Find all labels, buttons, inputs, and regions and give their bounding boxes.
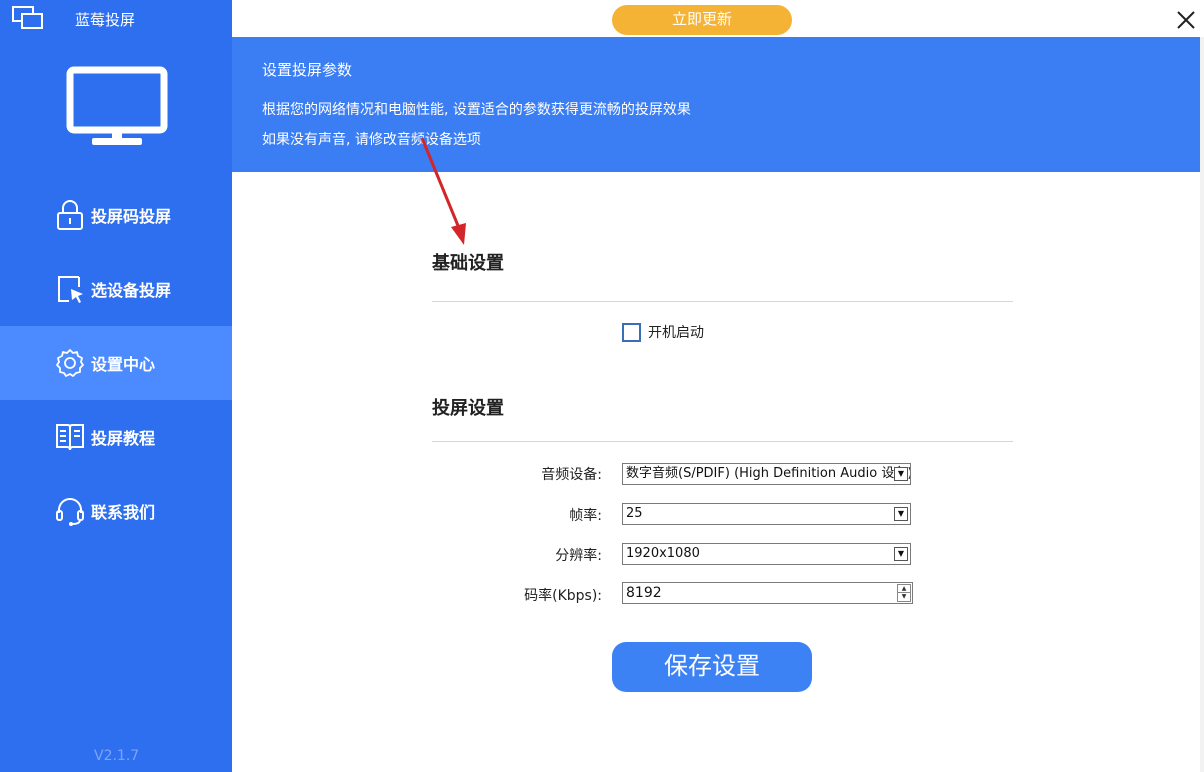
info-banner: 设置投屏参数 根据您的网络情况和电脑性能, 设置适合的参数获得更流畅的投屏效果 …	[232, 37, 1204, 172]
app-window: 蓝莓投屏 投屏码投屏 选设备投屏 设置中心 投屏教程 联系我们 V2.1.7 立…	[0, 0, 1204, 772]
main-panel: 立即更新 设置投屏参数 根据您的网络情况和电脑性能, 设置适合的参数获得更流畅的…	[232, 0, 1204, 772]
app-logo-icon	[12, 6, 43, 29]
checkbox-box[interactable]	[622, 322, 641, 342]
sidebar-item-device-cast[interactable]: 选设备投屏	[0, 252, 232, 326]
monitor-icon	[66, 66, 168, 145]
sidebar-item-label: 投屏教程	[91, 429, 156, 448]
chevron-down-icon[interactable]: ▼	[898, 593, 910, 601]
fps-select[interactable]: 25 ▼	[622, 503, 911, 525]
sidebar-item-label: 联系我们	[91, 503, 156, 522]
banner-description: 根据您的网络情况和电脑性能, 设置适合的参数获得更流畅的投屏效果	[262, 102, 691, 118]
chevron-down-icon[interactable]: ▼	[894, 547, 908, 561]
divider	[432, 441, 1013, 442]
close-icon[interactable]	[1174, 8, 1198, 32]
resolution-label: 分辨率:	[555, 548, 602, 564]
chevron-down-icon[interactable]: ▼	[894, 507, 908, 521]
headset-icon	[54, 495, 86, 527]
bitrate-label: 码率(Kbps):	[524, 588, 602, 604]
update-now-button[interactable]: 立即更新	[612, 5, 792, 35]
bitrate-stepper[interactable]: 8192 ▲ ▼	[622, 582, 913, 604]
app-title: 蓝莓投屏	[75, 11, 136, 29]
divider	[432, 301, 1013, 302]
basic-settings-title: 基础设置	[432, 253, 504, 274]
book-icon	[54, 421, 86, 453]
chevron-down-icon[interactable]: ▼	[894, 467, 908, 481]
chevron-up-icon[interactable]: ▲	[898, 585, 910, 593]
save-settings-button[interactable]: 保存设置	[612, 642, 812, 692]
cursor-select-icon	[54, 273, 86, 305]
sidebar-item-label: 设置中心	[91, 355, 156, 374]
version-label: V2.1.7	[94, 748, 140, 764]
audio-device-value: 数字音频(S/PDIF) (High Definition Audio 设备)	[626, 466, 911, 481]
window-edge	[1200, 37, 1204, 772]
cast-settings-title: 投屏设置	[432, 398, 504, 419]
sidebar-item-label: 投屏码投屏	[91, 207, 172, 226]
audio-device-select[interactable]: 数字音频(S/PDIF) (High Definition Audio 设备) …	[622, 463, 911, 485]
resolution-select[interactable]: 1920x1080 ▼	[622, 543, 911, 565]
autostart-label: 开机启动	[648, 325, 704, 341]
sidebar: 蓝莓投屏 投屏码投屏 选设备投屏 设置中心 投屏教程 联系我们 V2.1.7	[0, 0, 232, 772]
stepper-buttons: ▲ ▼	[897, 584, 911, 602]
fps-label: 帧率:	[569, 508, 602, 524]
sidebar-item-settings[interactable]: 设置中心	[0, 326, 232, 400]
sidebar-item-label: 选设备投屏	[91, 281, 172, 300]
sidebar-item-tutorial[interactable]: 投屏教程	[0, 400, 232, 474]
fps-value: 25	[626, 506, 643, 521]
lock-icon	[54, 199, 86, 231]
sidebar-item-code-cast[interactable]: 投屏码投屏	[0, 178, 232, 252]
banner-title: 设置投屏参数	[262, 61, 353, 79]
sidebar-item-contact[interactable]: 联系我们	[0, 474, 232, 548]
bitrate-value: 8192	[626, 585, 662, 601]
sidebar-nav: 投屏码投屏 选设备投屏 设置中心 投屏教程 联系我们	[0, 178, 232, 548]
autostart-checkbox[interactable]: 开机启动	[622, 322, 704, 342]
resolution-value: 1920x1080	[626, 546, 700, 561]
audio-device-label: 音频设备:	[541, 467, 602, 483]
gear-icon	[54, 347, 86, 379]
banner-audio-hint: 如果没有声音, 请修改音频设备选项	[262, 132, 481, 148]
